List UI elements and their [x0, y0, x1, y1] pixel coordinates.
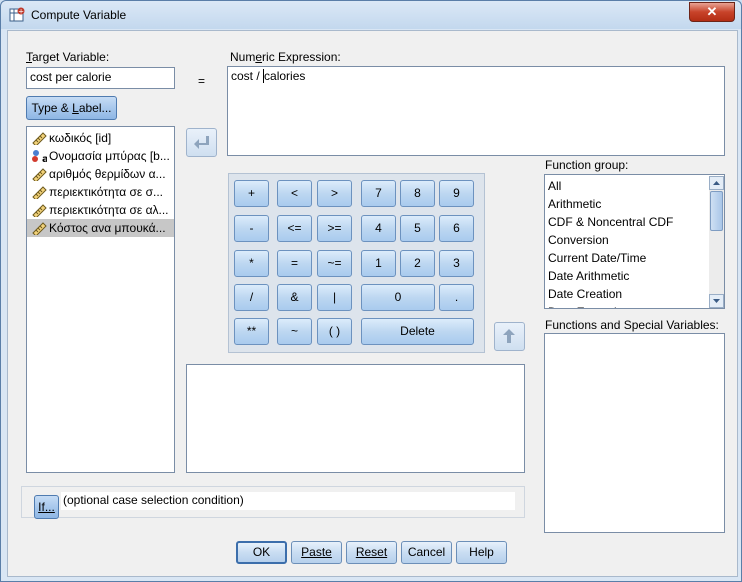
variable-label: Ονομασία μπύρας [b...: [49, 149, 170, 163]
variable-list-item[interactable]: κωδικός [id]: [27, 129, 174, 147]
function-group-item[interactable]: Conversion: [545, 231, 724, 249]
scale-ruler-icon: [31, 185, 47, 201]
close-button[interactable]: ✕: [689, 2, 735, 22]
functions-special-variables-label: Functions and Special Variables:: [545, 318, 719, 332]
key-6[interactable]: 6: [439, 215, 474, 242]
scale-ruler-icon: [31, 221, 47, 237]
key-0[interactable]: 0: [361, 284, 435, 311]
variable-list-items: κωδικός [id]aΟνομασία μπύρας [b...αριθμό…: [27, 127, 174, 237]
scale-ruler-icon: [31, 203, 47, 219]
calculator-keypad: + < > 7 8 9 - <= >= 4 5 6 * = ~= 1 2 3 /…: [228, 173, 485, 353]
arrow-left-icon: [194, 136, 209, 149]
functions-special-variables-list[interactable]: [544, 333, 725, 533]
nominal-string-icon: a: [31, 149, 49, 165]
variable-label: περιεκτικότητα σε αλ...: [49, 203, 169, 217]
key-equal[interactable]: =: [277, 250, 312, 277]
cancel-button[interactable]: Cancel: [401, 541, 452, 564]
function-group-item[interactable]: Date Creation: [545, 285, 724, 303]
key-not[interactable]: ~: [277, 318, 312, 345]
function-group-list[interactable]: All Arithmetic CDF & Noncentral CDF Convers…: [544, 174, 725, 309]
variable-label: Κόστος ανα μπουκά...: [49, 221, 166, 235]
function-group-item[interactable]: All: [545, 177, 724, 195]
variable-list-item[interactable]: περιεκτικότητα σε σ...: [27, 183, 174, 201]
key-2[interactable]: 2: [400, 250, 435, 277]
function-group-label: Function group:: [545, 158, 629, 172]
reset-button[interactable]: Reset: [346, 541, 397, 564]
variable-list-item[interactable]: αριθμός θερμίδων α...: [27, 165, 174, 183]
variable-label: περιεκτικότητα σε σ...: [49, 185, 163, 199]
scale-ruler-icon: [31, 167, 47, 183]
function-description-area: [186, 364, 525, 473]
scroll-thumb[interactable]: [710, 191, 723, 231]
key-parentheses[interactable]: ( ): [317, 318, 352, 345]
key-5[interactable]: 5: [400, 215, 435, 242]
key-7[interactable]: 7: [361, 180, 396, 207]
svg-text:a: a: [42, 154, 47, 163]
function-group-item[interactable]: Date Arithmetic: [545, 267, 724, 285]
key-not-equal[interactable]: ~=: [317, 250, 352, 277]
scale-ruler-icon: [31, 131, 47, 147]
target-variable-label: Target Variable:: [26, 50, 110, 64]
function-group-item[interactable]: CDF & Noncentral CDF: [545, 213, 724, 231]
function-group-item[interactable]: Date Extraction: [545, 303, 724, 308]
key-9[interactable]: 9: [439, 180, 474, 207]
target-variable-input[interactable]: cost per calorie: [26, 67, 175, 89]
help-button[interactable]: Help: [456, 541, 507, 564]
variable-list-item[interactable]: aΟνομασία μπύρας [b...: [27, 147, 174, 165]
variable-list-item[interactable]: περιεκτικότητα σε αλ...: [27, 201, 174, 219]
svg-text:+: +: [18, 8, 24, 16]
scroll-down-icon: [709, 294, 724, 308]
window-title: Compute Variable: [31, 8, 127, 22]
spss-app-icon: +: [9, 7, 25, 22]
key-delete[interactable]: Delete: [361, 318, 474, 345]
key-1[interactable]: 1: [361, 250, 396, 277]
key-multiply[interactable]: *: [234, 250, 269, 277]
function-group-scrollbar[interactable]: [709, 176, 724, 308]
variable-list-item[interactable]: Κόστος ανα μπουκά...: [27, 219, 174, 237]
title-bar[interactable]: + Compute Variable ✕: [1, 1, 741, 29]
key-decimal[interactable]: .: [439, 284, 474, 311]
scroll-up-icon: [709, 176, 724, 190]
numeric-expression-input[interactable]: cost / calories: [227, 66, 725, 156]
variable-list[interactable]: κωδικός [id]aΟνομασία μπύρας [b...αριθμό…: [26, 126, 175, 473]
type-label-button[interactable]: Type & Label...: [26, 96, 117, 120]
key-8[interactable]: 8: [400, 180, 435, 207]
key-power[interactable]: **: [234, 318, 269, 345]
key-plus[interactable]: +: [234, 180, 269, 207]
key-minus[interactable]: -: [234, 215, 269, 242]
if-condition-panel: If... (optional case selection condition…: [21, 486, 525, 519]
variable-label: κωδικός [id]: [49, 131, 112, 145]
key-divide[interactable]: /: [234, 284, 269, 311]
key-4[interactable]: 4: [361, 215, 396, 242]
paste-button[interactable]: Paste: [291, 541, 342, 564]
key-and[interactable]: &: [277, 284, 312, 311]
compute-variable-dialog: + Compute Variable ✕ Target Variable: co…: [0, 0, 742, 582]
key-greater-equal[interactable]: >=: [317, 215, 352, 242]
variable-label: αριθμός θερμίδων α...: [49, 167, 166, 181]
move-variable-button[interactable]: [186, 128, 217, 157]
key-less-equal[interactable]: <=: [277, 215, 312, 242]
function-group-items: All Arithmetic CDF & Noncentral CDF Convers…: [545, 175, 724, 308]
close-icon: ✕: [706, 4, 718, 19]
function-group-item[interactable]: Current Date/Time: [545, 249, 724, 267]
key-less-than[interactable]: <: [277, 180, 312, 207]
equals-sign: =: [198, 74, 206, 88]
case-selection-condition: (optional case selection condition): [61, 492, 515, 510]
if-button[interactable]: If...: [34, 495, 59, 519]
numeric-expression-label: Numeric Expression:: [230, 50, 341, 64]
arrow-up-icon: [503, 329, 515, 343]
key-or[interactable]: |: [317, 284, 352, 311]
insert-function-button[interactable]: [494, 322, 525, 351]
dialog-body: Target Variable: cost per calorie = Type…: [7, 30, 738, 577]
key-greater-than[interactable]: >: [317, 180, 352, 207]
ok-button[interactable]: OK: [236, 541, 287, 564]
function-group-item[interactable]: Arithmetic: [545, 195, 724, 213]
key-3[interactable]: 3: [439, 250, 474, 277]
